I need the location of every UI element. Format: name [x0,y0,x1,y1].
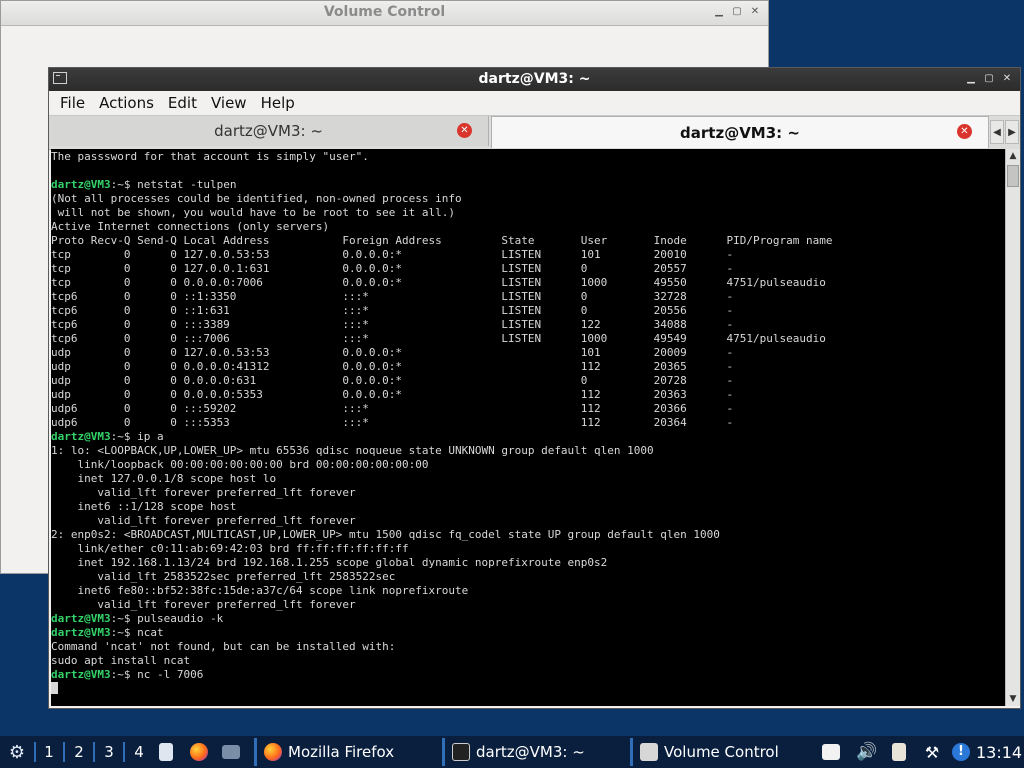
tab-terminal-1[interactable]: dartz@VM3: ~ ✕ [49,116,489,146]
terminal-line: link/loopback 00:00:00:00:00:00 brd 00:0… [51,458,429,471]
tab-terminal-2[interactable]: dartz@VM3: ~ ✕ [491,116,989,148]
scroll-down-icon[interactable]: ▼ [1006,692,1020,706]
tab-scroll-right-icon[interactable]: ▶ [1005,120,1019,144]
menu-actions[interactable]: Actions [92,94,161,112]
task-label: Volume Control [664,743,779,761]
firefox-launcher-icon[interactable] [190,743,208,761]
terminal-line: inet 192.168.1.13/24 brd 192.168.1.255 s… [51,556,608,569]
tab-bar: dartz@VM3: ~ ✕ dartz@VM3: ~ ✕ ◀ ▶ [49,115,1020,150]
terminal-scrollbar[interactable]: ▲ ▼ [1005,149,1020,706]
terminal-line: inet6 fe80::bf52:38fc:15de:a37c/64 scope… [51,584,469,597]
workspace-1[interactable]: 1 [37,736,61,768]
task-firefox[interactable]: Mozilla Firefox [258,736,442,768]
shell-prompt: dartz@VM3 [51,430,111,443]
terminal-line: link/ether c0:11:ab:69:42:03 brd ff:ff:f… [51,542,409,555]
volume-control-titlebar[interactable]: Volume Control ▁ ▢ ✕ [1,1,768,26]
task-terminal[interactable]: dartz@VM3: ~ [446,736,630,768]
screen-icon[interactable] [222,745,240,759]
minimize-button[interactable]: ▁ [964,72,978,86]
terminal-titlebar[interactable]: dartz@VM3: ~ ▁ ▢ ✕ [49,68,1020,91]
terminal-line: udp 0 0 0.0.0.0:631 0.0.0.0:* 0 20728 - [51,374,734,387]
terminal-title: dartz@VM3: ~ [478,71,591,87]
scrollbar-thumb[interactable] [1007,165,1019,187]
volume-control-title: Volume Control [323,4,446,20]
terminal-line: dartz@VM3:~$ nc -l 7006 [51,668,204,681]
terminal-line: sudo apt install ncat [51,654,191,667]
terminal-line: valid_lft forever preferred_lft forever [51,486,356,499]
terminal-line: Active Internet connections (only server… [51,220,330,233]
terminal-output[interactable]: The passsword for that account is simply… [51,149,1005,706]
network-icon[interactable]: ⚒ [925,743,939,762]
terminal-cursor [51,682,58,694]
workspace-4[interactable]: 4 [127,736,151,768]
scroll-up-icon[interactable]: ▲ [1006,149,1020,163]
task-label: dartz@VM3: ~ [476,743,585,761]
terminal-line: dartz@VM3:~$ netstat -tulpen [51,178,237,191]
terminal-line: tcp6 0 0 :::3389 :::* LISTEN 122 34088 - [51,318,734,331]
menu-help[interactable]: Help [254,94,302,112]
task-label: Mozilla Firefox [288,743,395,761]
shell-prompt: dartz@VM3 [51,612,111,625]
terminal-line: udp 0 0 127.0.0.53:53 0.0.0.0:* 101 2000… [51,346,734,359]
terminal-line: dartz@VM3:~$ ip a [51,430,164,443]
maximize-button[interactable]: ▢ [982,72,996,86]
terminal-line: valid_lft forever preferred_lft forever [51,514,356,527]
terminal-line: dartz@VM3:~$ pulseaudio -k [51,612,224,625]
close-button[interactable]: ✕ [1000,72,1014,86]
close-button[interactable]: ✕ [748,5,762,19]
terminal-line: Proto Recv-Q Send-Q Local Address Foreig… [51,234,833,247]
volume-control-icon [640,743,658,761]
terminal-icon [452,743,470,761]
terminal-line: 2: enp0s2: <BROADCAST,MULTICAST,UP,LOWER… [51,528,720,541]
workspace-2[interactable]: 2 [67,736,91,768]
terminal-line: inet6 ::1/128 scope host [51,500,237,513]
terminal-line: valid_lft forever preferred_lft forever [51,598,356,611]
terminal-line: udp 0 0 0.0.0.0:41312 0.0.0.0:* 112 2036… [51,360,734,373]
terminal-line: udp6 0 0 :::59202 :::* 112 20366 - [51,402,734,415]
menu-bar: File Actions Edit View Help [49,91,1020,115]
tab-close-icon[interactable]: ✕ [457,123,472,138]
terminal-line: The passsword for that account is simply… [51,150,369,163]
terminal-line: tcp6 0 0 ::1:3350 :::* LISTEN 0 32728 - [51,290,734,303]
terminal-line: tcp 0 0 127.0.0.1:631 0.0.0.0:* LISTEN 0… [51,262,734,275]
terminal-line: Command 'ncat' not found, but can be ins… [51,640,396,653]
notification-icon[interactable]: ! [952,743,970,761]
file-manager-icon[interactable] [159,743,173,761]
notes-icon[interactable] [822,744,840,760]
shell-prompt: dartz@VM3 [51,668,111,681]
terminal-line: valid_lft 2583522sec preferred_lft 25835… [51,570,396,583]
terminal-line: tcp6 0 0 ::1:631 :::* LISTEN 0 20556 - [51,304,734,317]
firefox-icon [264,743,282,761]
tab-close-icon[interactable]: ✕ [957,124,972,139]
tab-label: dartz@VM3: ~ [214,122,323,140]
terminal-line: udp 0 0 0.0.0.0:5353 0.0.0.0:* 112 20363… [51,388,734,401]
shell-prompt: dartz@VM3 [51,626,111,639]
maximize-button[interactable]: ▢ [730,5,744,19]
terminal-text: The passsword for that account is simply… [51,149,1005,696]
menu-view[interactable]: View [204,94,254,112]
task-volume-control[interactable]: Volume Control [634,736,814,768]
terminal-line: (Not all processes could be identified, … [51,192,462,205]
terminal-line: inet 127.0.0.1/8 scope host lo [51,472,277,485]
shell-prompt: dartz@VM3 [51,178,111,191]
clock[interactable]: 13:14 [976,743,1022,762]
start-menu-icon[interactable]: ⚙ [9,742,25,763]
terminal-line: tcp 0 0 0.0.0.0:7006 0.0.0.0:* LISTEN 10… [51,276,826,289]
tab-label: dartz@VM3: ~ [680,123,800,142]
menu-edit[interactable]: Edit [161,94,204,112]
terminal-line: tcp6 0 0 :::7006 :::* LISTEN 1000 49549 … [51,332,826,345]
terminal-line: 1: lo: <LOOPBACK,UP,LOWER_UP> mtu 65536 … [51,444,654,457]
terminal-line: udp6 0 0 :::5353 :::* 112 20364 - [51,416,734,429]
tab-scroll-left-icon[interactable]: ◀ [990,120,1004,144]
clipboard-icon[interactable] [892,743,906,761]
terminal-line: dartz@VM3:~$ ncat [51,626,164,639]
minimize-button[interactable]: ▁ [712,5,726,19]
taskbar: ⚙ 1 2 3 4 Mozilla Firefox dartz@VM3: ~ V… [0,736,1024,768]
terminal-line: tcp 0 0 127.0.0.53:53 0.0.0.0:* LISTEN 1… [51,248,734,261]
terminal-window[interactable]: dartz@VM3: ~ ▁ ▢ ✕ File Actions Edit Vie… [48,67,1021,709]
terminal-line: will not be shown, you would have to be … [51,206,455,219]
workspace-3[interactable]: 3 [97,736,121,768]
volume-icon[interactable]: 🔊 [856,742,877,762]
menu-file[interactable]: File [53,94,92,112]
